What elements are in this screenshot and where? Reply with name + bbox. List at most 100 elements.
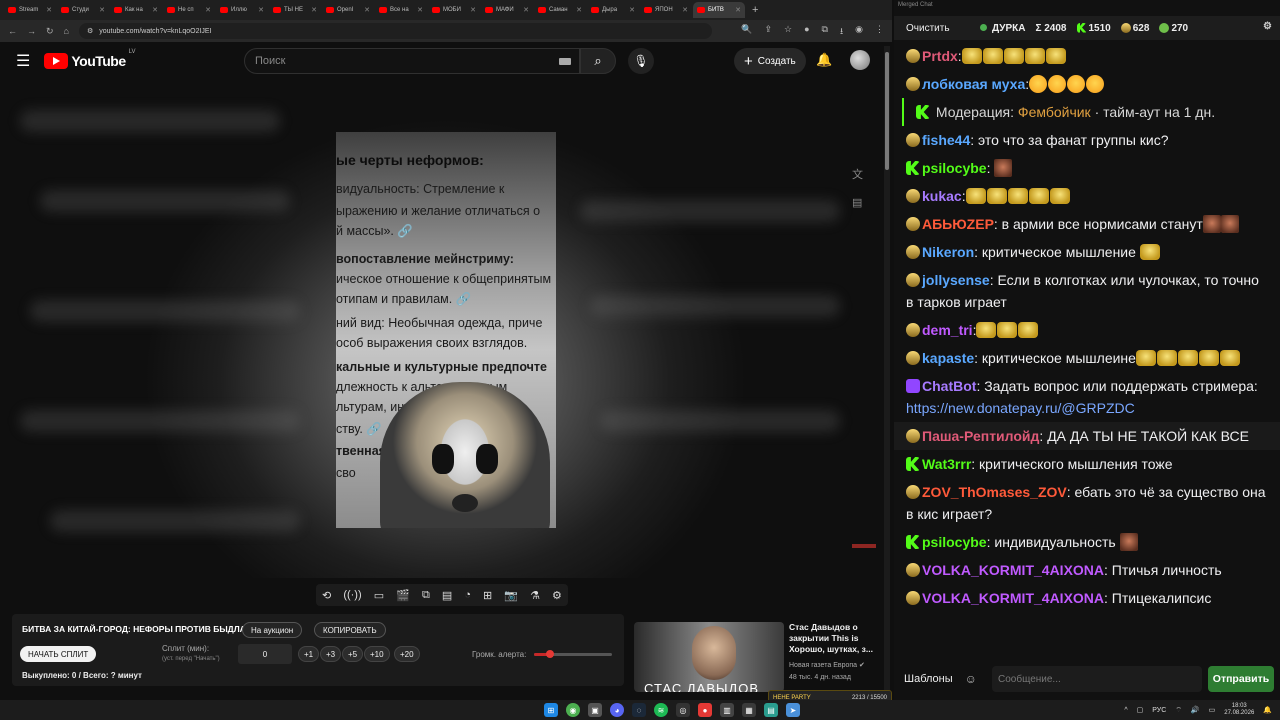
split-increment-button[interactable]: +1 [298,646,320,662]
browser-tab[interactable]: Stream ✕ [4,2,56,18]
subtitles-icon[interactable]: ▤ [442,589,452,602]
page-scrollbar[interactable] [884,46,890,692]
chat-username[interactable]: dem_tri [922,322,973,338]
home-icon[interactable]: ⌂ [64,26,69,36]
tab-close-icon[interactable]: ✕ [46,6,52,14]
chat-message-list[interactable]: Prtdx: лобковая муха: Модерация: Фембойчи… [894,42,1280,662]
start-split-button[interactable]: НАЧАТЬ СПЛИТ [20,646,97,662]
chat-username[interactable]: VOLKA_KORMIT_4AIXONA [922,590,1104,606]
tray-chevron-icon[interactable]: ^ [1124,707,1127,714]
camera-icon[interactable]: 📷 [504,589,518,602]
pip-icon[interactable]: ⧉ [422,589,430,602]
spotify-icon[interactable]: ≋ [654,703,668,717]
chat-username[interactable]: jollysense [922,272,990,288]
tab-close-icon[interactable]: ✕ [629,6,635,14]
chat-username[interactable]: kukac [922,188,962,204]
avatar[interactable] [850,50,870,70]
tab-close-icon[interactable]: ✕ [735,6,741,14]
browser-tab[interactable]: Не сп ✕ [163,2,215,18]
message-input[interactable]: Сообщение... [992,666,1202,692]
tab-close-icon[interactable]: ✕ [258,6,264,14]
app-icon[interactable]: ▤ [764,703,778,717]
flask-icon[interactable]: ⚗ [530,589,540,602]
settings-icon[interactable]: ⚙ [552,589,562,602]
loop-icon[interactable]: ⟲ [322,589,331,602]
clear-button[interactable]: Очистить [906,23,950,34]
profile-icon[interactable]: ◉ [855,24,863,40]
chat-username[interactable]: kapaste [922,350,974,366]
reload-icon[interactable]: ↻ [46,26,54,37]
volume-knob[interactable] [546,650,555,658]
copy-button[interactable]: КОПИРОВАТЬ [314,622,386,638]
chat-username[interactable]: psilocybe [922,160,987,176]
broadcast-icon[interactable]: ((·)) [343,589,361,601]
notification-bell-icon[interactable]: 🔔 [1263,706,1272,714]
forward-icon[interactable]: → [27,26,36,36]
tab-close-icon[interactable]: ✕ [682,6,688,14]
browser-tab[interactable]: Как на ✕ [110,2,162,18]
kebab-menu-icon[interactable]: ⋮ [875,24,884,40]
bookmark-icon[interactable]: ☆ [784,24,792,40]
chat-username[interactable]: VOLKA_KORMIT_4AIXONA [922,562,1104,578]
emoji-picker-icon[interactable]: ☺ [965,672,977,686]
chat-username[interactable]: Nikeron [922,244,974,260]
telegram-icon[interactable]: ➤ [786,703,800,717]
extension-icon[interactable]: ● [804,24,809,40]
download-icon[interactable]: ⭳ [840,24,843,40]
chat-username[interactable]: Паша-Рептилойд [922,428,1039,444]
browser-tab[interactable]: ТЫ НЕ ✕ [269,2,321,18]
chat-username[interactable]: Prtdx [922,48,958,64]
video-player[interactable]: ые черты неформов: видуальность: Стремлен… [0,80,882,578]
chat-username[interactable]: лобковая муха [922,76,1025,92]
notifications-bell-icon[interactable]: 🔔 [816,52,832,68]
tab-close-icon[interactable]: ✕ [311,6,317,14]
split-minutes-input[interactable]: 0 [238,644,292,664]
battery-icon[interactable]: ▭ [1209,706,1216,714]
tab-close-icon[interactable]: ✕ [364,6,370,14]
youtube-logo[interactable]: YouTube LV [44,49,136,69]
tab-close-icon[interactable]: ✕ [417,6,423,14]
split-increment-button[interactable]: +20 [394,646,420,662]
share-icon[interactable]: ⇪ [764,24,772,40]
url-field[interactable]: ⚙ youtube.com/watch?v=knLqoO2IJEI [78,23,712,39]
chat-username[interactable]: ZOV_ThOmases_ZOV [922,484,1067,500]
tab-close-icon[interactable]: ✕ [576,6,582,14]
site-info-icon[interactable]: ⚙ [87,27,93,35]
language-indicator[interactable]: РУС [1152,707,1166,714]
volume-icon[interactable]: 🔊 [1191,706,1200,714]
create-button[interactable]: + Создать [734,48,806,74]
recommendation-thumbnail[interactable]: СТАС ДАВЫДОВ [634,622,784,692]
search-input[interactable]: Поиск [244,48,580,74]
tray-app-icon[interactable]: ▢ [1137,706,1144,714]
app-icon[interactable]: ▦ [742,703,756,717]
clock[interactable]: 18:03 27.08.2026 [1224,703,1254,717]
app-icon[interactable]: ▥ [720,703,734,717]
chat-username[interactable]: psilocybe [922,534,987,550]
file-explorer-icon[interactable]: ▣ [588,703,602,717]
chat-username[interactable]: fishe44 [922,132,970,148]
chat-username[interactable]: Фембойчик [1018,104,1091,120]
add-icon[interactable]: ⊞ [483,589,492,602]
chat-settings-gear-icon[interactable]: ⚙ [1263,21,1272,32]
split-increment-button[interactable]: +3 [320,646,342,662]
search-button[interactable]: ⌕ [580,48,616,74]
templates-button[interactable]: Шаблоны [904,673,953,685]
browser-tab[interactable]: БИТВ ✕ [693,2,745,18]
tab-close-icon[interactable]: ✕ [523,6,529,14]
alert-volume-slider[interactable] [534,650,612,658]
tab-close-icon[interactable]: ✕ [470,6,476,14]
zoom-icon[interactable]: 🔍 [741,24,752,40]
app-icon[interactable]: ● [698,703,712,717]
recommendation-channel[interactable]: Новая газета Европа ✔ [789,661,865,669]
folder-icon[interactable]: ▤ [852,196,863,209]
speed-icon[interactable]: ◔ [464,589,471,601]
discord-icon[interactable]: ◕ [610,703,624,717]
back-icon[interactable]: ← [8,26,17,36]
browser-tab[interactable]: МАФИ ✕ [481,2,533,18]
voice-search-button[interactable]: 🎙 [628,48,654,74]
extensions-icon[interactable]: ⧉ [822,24,828,40]
tab-close-icon[interactable]: ✕ [152,6,158,14]
tab-close-icon[interactable]: ✕ [205,6,211,14]
keyboard-icon[interactable] [559,58,571,65]
obs-icon[interactable]: ◎ [676,703,690,717]
